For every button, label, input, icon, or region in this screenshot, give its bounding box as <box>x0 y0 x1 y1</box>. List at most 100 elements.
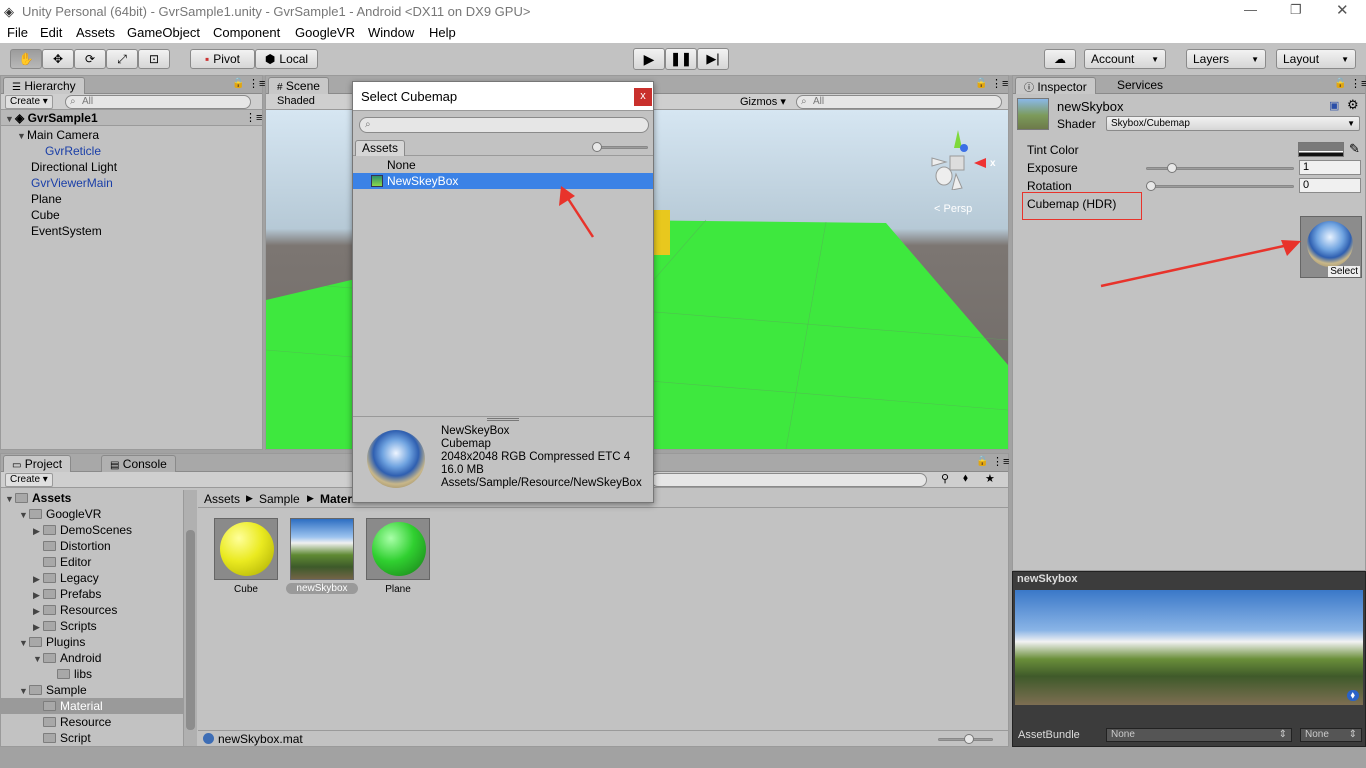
panel-menu-icon[interactable]: ⋮≡ <box>992 455 1009 468</box>
rotation-field[interactable]: 0 <box>1299 178 1361 193</box>
tab-project[interactable]: ▭ Project <box>3 455 72 472</box>
filter-by-label-icon[interactable]: ⬧ <box>963 472 968 485</box>
project-search-input[interactable] <box>651 473 927 487</box>
menu-gameobject[interactable]: GameObject <box>127 25 200 40</box>
asset-newskybox[interactable]: newSkybox <box>286 518 358 604</box>
tag-icon[interactable]: ⬧ <box>1346 690 1359 701</box>
expand-arrow-icon[interactable]: ▼ <box>5 494 15 504</box>
project-tree-item[interactable]: ▼ Android <box>1 650 184 666</box>
lock-icon[interactable]: 🔒 <box>1334 78 1346 89</box>
rotate-tool-button[interactable]: ⟳ <box>74 49 106 69</box>
hierarchy-search-input[interactable]: ⌕ All <box>65 95 251 109</box>
project-tree-item[interactable]: ▼ GoogleVR <box>1 506 184 522</box>
pause-button[interactable]: ❚❚ <box>665 48 697 70</box>
assetbundle-dropdown[interactable]: None ⇕ <box>1106 728 1292 742</box>
tab-console[interactable]: ▤ Console <box>101 455 176 472</box>
lock-icon[interactable]: 🔒 <box>975 78 987 89</box>
lock-icon[interactable]: 🔒 <box>976 456 988 467</box>
menu-edit[interactable]: Edit <box>40 25 62 40</box>
project-tree-item[interactable]: ▶ Legacy <box>1 570 184 586</box>
breadcrumb-sample[interactable]: Sample <box>259 492 300 506</box>
dialog-search-input[interactable]: ⌕ <box>359 117 649 133</box>
tab-scene[interactable]: # Scene <box>268 77 329 94</box>
dialog-splitter[interactable] <box>353 416 653 421</box>
expand-arrow-icon[interactable]: ▶ <box>33 622 43 633</box>
project-tree-item[interactable]: Material <box>1 698 184 714</box>
menu-file[interactable]: File <box>7 25 28 40</box>
lock-icon[interactable]: 🔒 <box>232 78 244 89</box>
menu-component[interactable]: Component <box>213 25 280 40</box>
layers-dropdown[interactable]: Layers ▼ <box>1186 49 1266 69</box>
expand-arrow-icon[interactable]: ▶ <box>33 590 43 601</box>
dialog-tab-assets[interactable]: Assets <box>355 140 406 156</box>
pivot-button[interactable]: ▪ Pivot <box>190 49 255 69</box>
project-tree-item[interactable]: ▼ Assets <box>1 490 184 506</box>
expand-arrow-icon[interactable]: ▶ <box>33 526 43 537</box>
hierarchy-item-directional-light[interactable]: Directional Light <box>31 160 117 174</box>
scene-orientation-gizmo[interactable]: x <box>926 130 996 191</box>
project-tree-item[interactable]: Script <box>1 730 184 746</box>
assetbundle-variant-dropdown[interactable]: None ⇕ <box>1300 728 1362 742</box>
expand-arrow-icon[interactable]: ▶ <box>33 606 43 617</box>
expand-arrow-icon[interactable]: ▼ <box>19 510 29 520</box>
tab-inspector[interactable]: ⓘ Inspector <box>1015 77 1096 94</box>
project-tree-item[interactable]: Editor <box>1 554 184 570</box>
panel-menu-icon[interactable]: ⋮≡ <box>248 77 265 90</box>
scene-root[interactable]: ▼◈ GvrSample1 <box>5 111 98 125</box>
local-button[interactable]: ⬢ Local <box>255 49 318 69</box>
step-button[interactable]: ▶| <box>697 48 729 70</box>
cloud-button[interactable]: ☁ <box>1044 49 1076 69</box>
dialog-zoom-slider-knob[interactable] <box>592 142 602 152</box>
hand-tool-button[interactable]: ✋ <box>10 49 42 69</box>
dialog-item-none[interactable]: None <box>353 157 653 173</box>
layout-dropdown[interactable]: Layout ▼ <box>1276 49 1356 69</box>
scene-search-input[interactable]: ⌕ All <box>796 95 1002 109</box>
rect-tool-button[interactable]: ⊡ <box>138 49 170 69</box>
favorite-star-icon[interactable]: ★ <box>985 472 995 485</box>
hierarchy-item-eventsystem[interactable]: EventSystem <box>31 224 102 238</box>
project-tree-item[interactable]: ▶ Resources <box>1 602 184 618</box>
project-tree-item[interactable]: ▼ Plugins <box>1 634 184 650</box>
project-tree-item[interactable]: libs <box>1 666 184 682</box>
project-tree-item[interactable]: Resource <box>1 714 184 730</box>
expand-arrow-icon[interactable]: ▼ <box>33 654 43 664</box>
exposure-field[interactable]: 1 <box>1299 160 1361 175</box>
rotation-slider-track[interactable] <box>1146 185 1294 188</box>
eyedropper-icon[interactable]: ✎ <box>1349 141 1360 157</box>
asset-cube[interactable]: Cube <box>214 518 278 604</box>
rotation-slider-knob[interactable] <box>1146 181 1156 191</box>
icon-size-slider-knob[interactable] <box>964 734 974 744</box>
shader-dropdown[interactable]: Skybox/Cubemap ▼ <box>1106 116 1360 131</box>
tree-scrollbar-thumb[interactable] <box>186 530 195 730</box>
hierarchy-item-gvrreticle[interactable]: GvrReticle <box>45 144 101 158</box>
dialog-item-newskeybox[interactable]: NewSkeyBox <box>353 173 653 189</box>
tree-scrollbar[interactable] <box>184 490 197 746</box>
expand-arrow-icon[interactable]: ▼ <box>19 686 29 696</box>
menu-help[interactable]: Help <box>429 25 456 40</box>
play-button[interactable]: ▶ <box>633 48 665 70</box>
menu-assets[interactable]: Assets <box>76 25 115 40</box>
asset-plane[interactable]: Plane <box>366 518 430 604</box>
project-tree-item[interactable]: Distortion <box>1 538 184 554</box>
restore-icon[interactable]: ❐ <box>1290 2 1302 18</box>
move-tool-button[interactable]: ✥ <box>42 49 74 69</box>
project-tree-item[interactable]: ▶ Scripts <box>1 618 184 634</box>
exposure-slider-knob[interactable] <box>1166 163 1177 173</box>
close-window-icon[interactable]: ✕ <box>1336 1 1349 19</box>
cubemap-select-label[interactable]: Select <box>1328 266 1360 277</box>
tint-color-swatch[interactable] <box>1298 142 1344 157</box>
breadcrumb-assets[interactable]: Assets <box>204 492 240 506</box>
expand-arrow-icon[interactable]: ▼ <box>19 638 29 648</box>
dialog-close-button[interactable]: x <box>634 88 652 106</box>
gizmos-dropdown[interactable]: Gizmos ▾ <box>740 95 786 108</box>
project-tree-item[interactable]: ▶ Prefabs <box>1 586 184 602</box>
tab-services[interactable]: Services <box>1109 77 1171 94</box>
help-book-icon[interactable]: ▣ <box>1329 99 1339 112</box>
menu-window[interactable]: Window <box>368 25 414 40</box>
panel-menu-icon[interactable]: ⋮≡ <box>1350 77 1366 90</box>
persp-label[interactable]: < Persp <box>934 203 972 215</box>
hierarchy-create-button[interactable]: Create ▾ <box>5 95 53 109</box>
shading-dropdown[interactable]: Shaded <box>277 95 315 107</box>
hierarchy-item-cube[interactable]: Cube <box>31 208 60 222</box>
tab-hierarchy[interactable]: ☰ Hierarchy <box>3 77 85 94</box>
